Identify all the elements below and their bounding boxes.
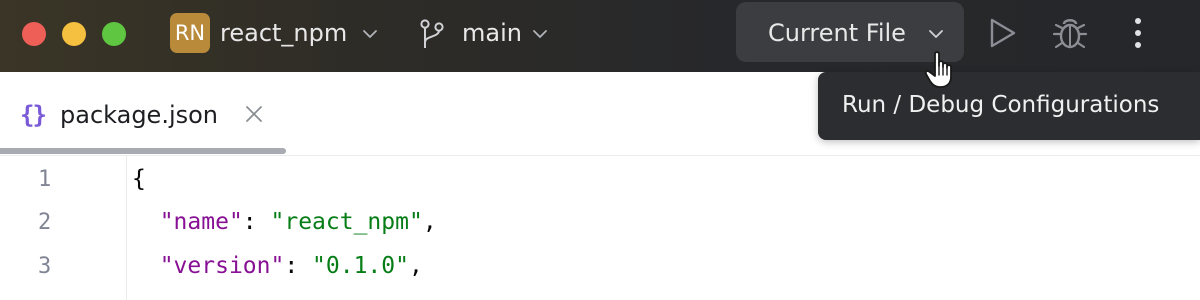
- more-options-icon[interactable]: [1126, 14, 1150, 52]
- json-separator: :: [242, 209, 271, 235]
- json-separator: :: [284, 253, 313, 279]
- line-number: 3: [38, 254, 52, 279]
- json-comma: ,: [408, 253, 423, 279]
- code-line: "name": "react_npm",: [132, 208, 437, 236]
- gutter-separator: [126, 156, 127, 300]
- maximize-window-button[interactable]: [102, 22, 126, 46]
- json-file-icon: {}: [20, 101, 47, 129]
- branch-icon[interactable]: [418, 18, 446, 50]
- json-key: "name": [159, 209, 243, 235]
- minimize-window-button[interactable]: [62, 22, 86, 46]
- code-text: {: [132, 166, 146, 192]
- project-badge[interactable]: RN: [170, 13, 210, 53]
- project-name[interactable]: react_npm: [220, 18, 347, 48]
- json-string-value: "0.1.0": [312, 253, 409, 279]
- active-tab-indicator: [0, 148, 286, 154]
- line-number: 1: [38, 167, 52, 192]
- chevron-down-icon[interactable]: [360, 24, 380, 44]
- chevron-down-icon[interactable]: [530, 24, 550, 44]
- hand-cursor-icon: [924, 51, 952, 88]
- tooltip-text: Run / Debug Configurations: [842, 92, 1160, 118]
- json-comma: ,: [422, 209, 437, 235]
- branch-name[interactable]: main: [462, 18, 522, 48]
- close-window-button[interactable]: [22, 22, 46, 46]
- code-editor[interactable]: 1 { 2 "name": "react_npm", 3 "version": …: [0, 156, 1200, 300]
- json-string-value: "react_npm": [270, 209, 423, 235]
- close-tab-icon[interactable]: [244, 104, 264, 124]
- chevron-down-icon: [929, 30, 943, 38]
- tooltip: Run / Debug Configurations: [818, 72, 1200, 140]
- debug-icon[interactable]: [1052, 14, 1088, 52]
- run-icon[interactable]: [986, 16, 1018, 50]
- title-bar: RN react_npm main Current File: [0, 0, 1200, 72]
- tab-package-json[interactable]: package.json: [60, 100, 218, 130]
- json-key: "version": [159, 253, 285, 279]
- code-line: {: [132, 165, 146, 193]
- code-line: "version": "0.1.0",: [132, 252, 423, 280]
- run-configuration-label: Current File: [768, 19, 906, 47]
- line-number: 2: [38, 210, 52, 235]
